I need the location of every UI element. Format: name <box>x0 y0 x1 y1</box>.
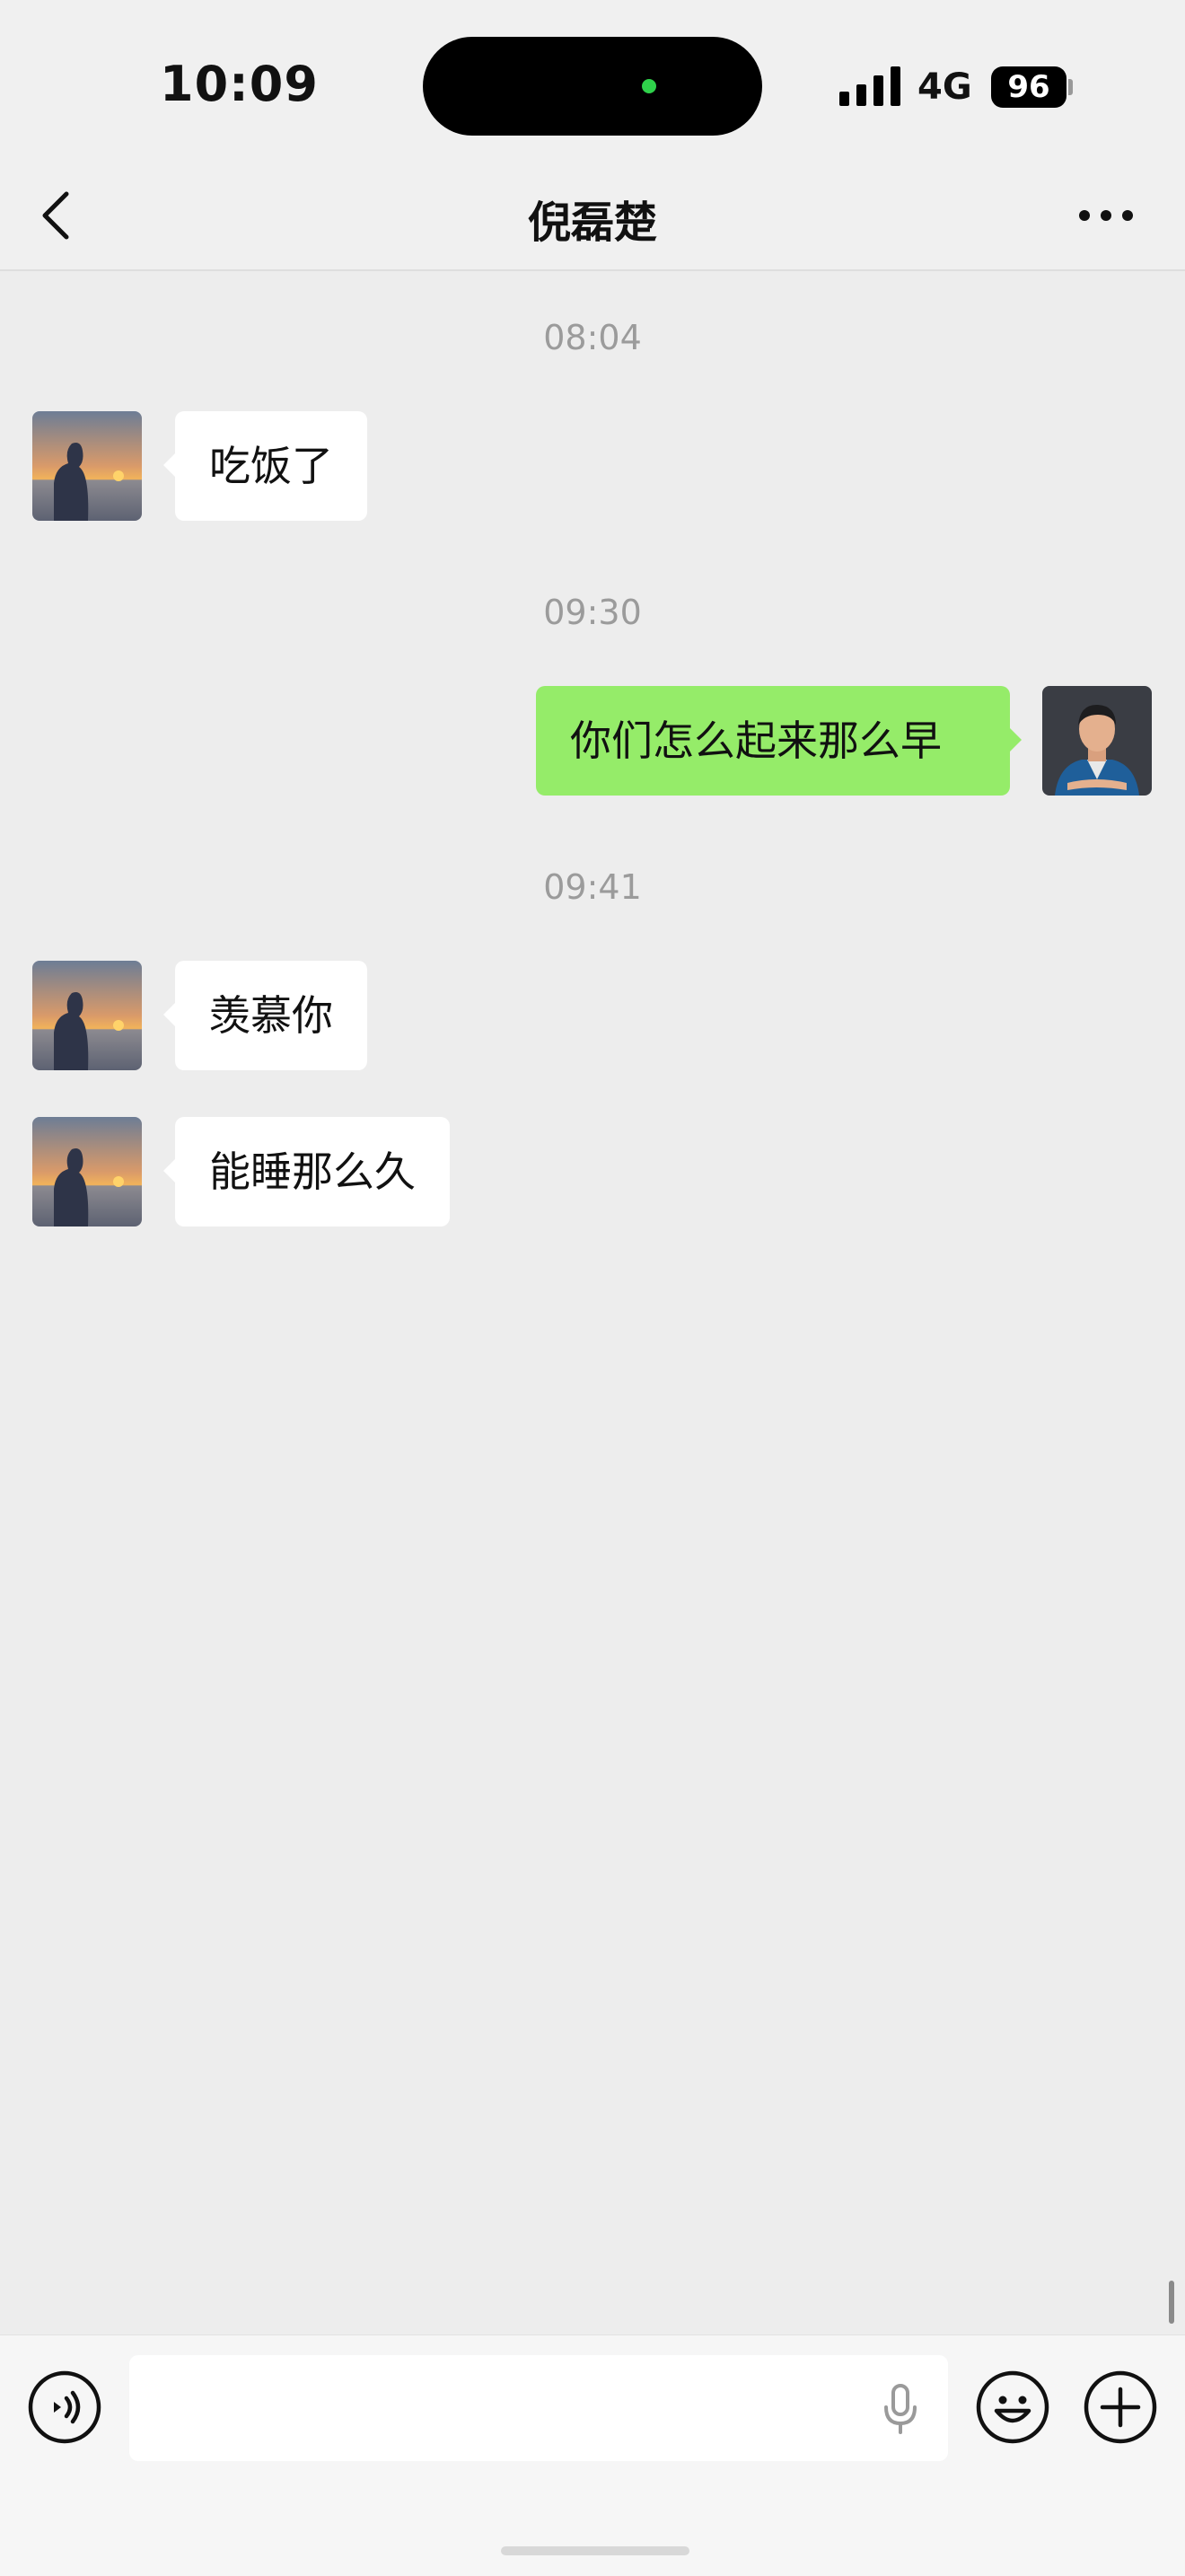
scroll-indicator[interactable] <box>1169 2281 1174 2324</box>
message-timestamp: 09:41 <box>543 867 642 907</box>
contact-avatar[interactable] <box>32 411 142 521</box>
message-bubble-received[interactable]: 羡慕你 <box>163 961 367 1070</box>
mic-icon[interactable] <box>878 2382 923 2436</box>
nav-bar: 倪磊楚 <box>0 162 1185 271</box>
dynamic-island <box>423 37 762 136</box>
status-time: 10:09 <box>160 56 319 112</box>
plus-icon[interactable] <box>1083 2369 1158 2445</box>
page-title: 倪磊楚 <box>527 198 657 248</box>
contact-avatar[interactable] <box>32 961 142 1070</box>
message-timestamp: 08:04 <box>543 318 642 357</box>
home-indicator <box>501 2546 689 2555</box>
network-type: 4G <box>917 66 972 108</box>
input-bar <box>0 2334 1185 2576</box>
message-bubble-sent[interactable]: 你们怎么起来那么早 <box>536 686 1022 796</box>
camera-indicator-dot <box>642 79 656 93</box>
contact-avatar[interactable] <box>32 1117 142 1226</box>
message-bubble-received[interactable]: 吃饭了 <box>163 411 367 521</box>
more-dots-icon[interactable] <box>1074 189 1138 242</box>
battery-icon: 96 <box>991 66 1066 108</box>
emoji-icon[interactable] <box>975 2369 1050 2445</box>
cellular-signal-icon <box>839 66 900 106</box>
self-avatar[interactable] <box>1042 686 1152 796</box>
battery-tip <box>1068 79 1073 95</box>
message-bubble-received[interactable]: 能睡那么久 <box>163 1117 450 1226</box>
message-timestamp: 09:30 <box>543 593 642 632</box>
status-bar: 10:09 4G 96 <box>0 0 1185 162</box>
voice-icon[interactable] <box>27 2369 102 2445</box>
message-input[interactable] <box>129 2355 948 2461</box>
